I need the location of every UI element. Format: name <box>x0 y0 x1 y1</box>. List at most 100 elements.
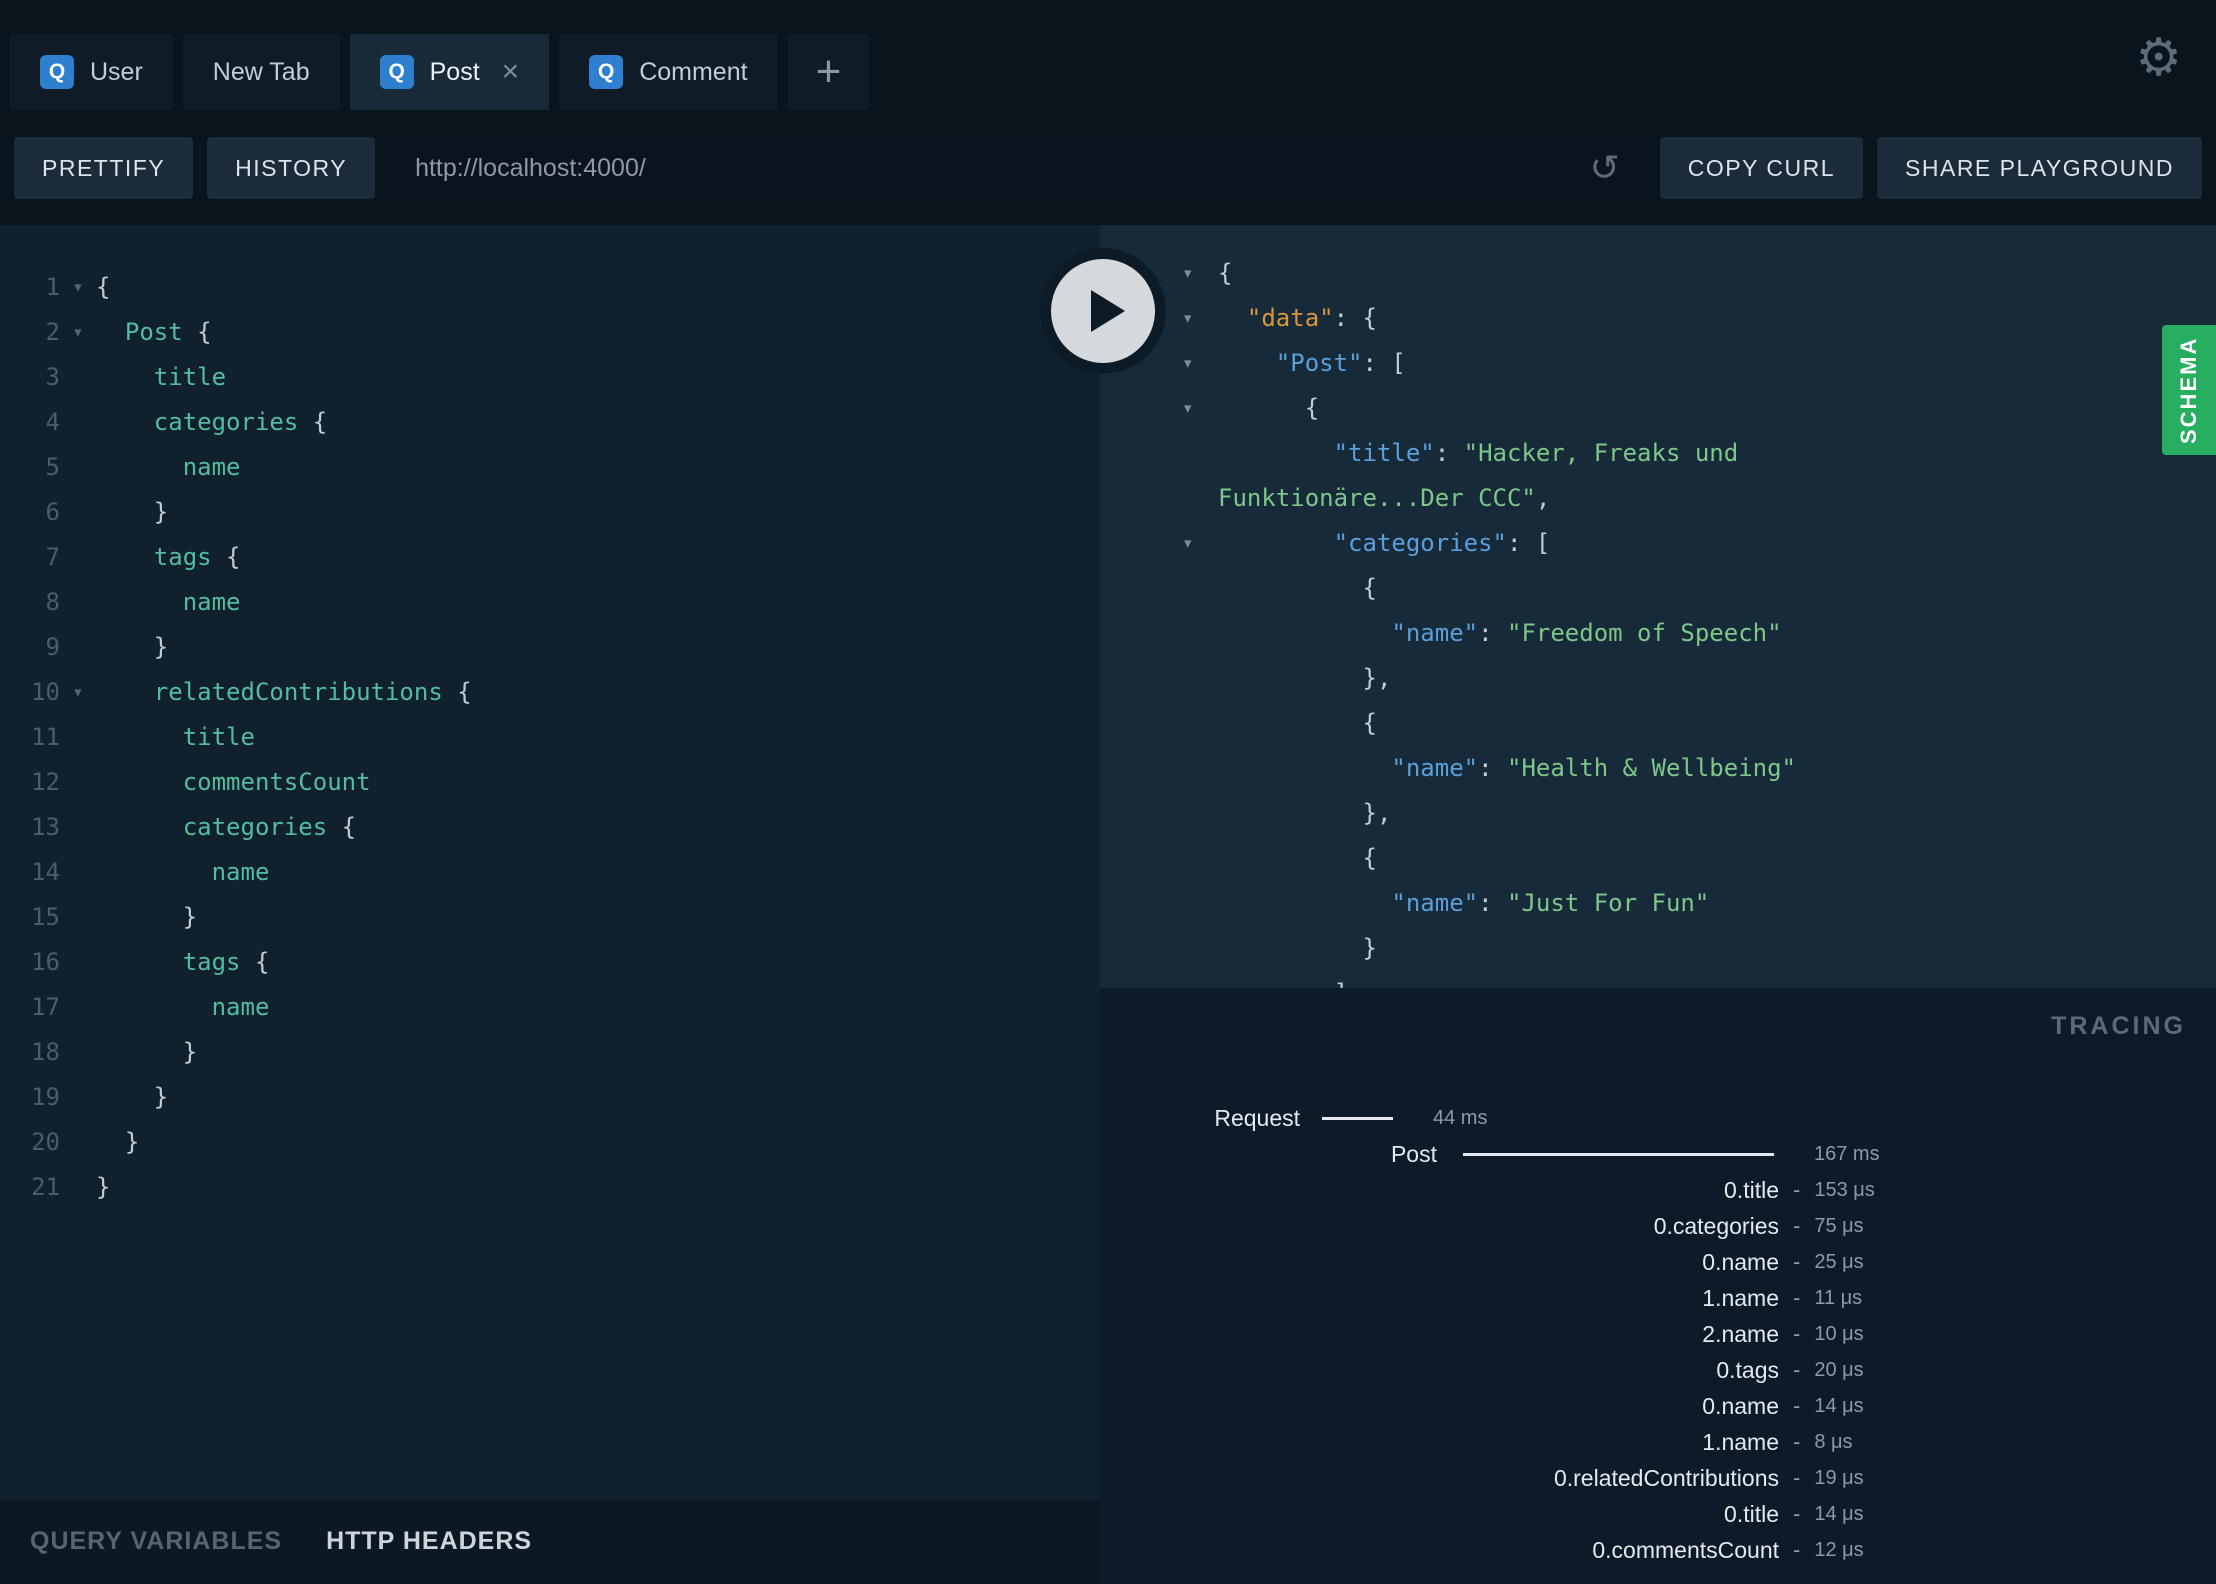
tracing-dash: - <box>1793 1393 1801 1418</box>
tracing-row: 0.name -14 μs <box>1100 1388 2216 1424</box>
fold-arrow-icon[interactable]: ▾ <box>60 670 96 715</box>
caret-spacer <box>1182 881 1218 926</box>
response-line: ▾{ <box>1100 251 2216 296</box>
tracing-label: 2.name <box>1702 1320 1779 1347</box>
reload-icon[interactable]: ↺ <box>1590 150 1620 186</box>
tracing-span-bar <box>1463 1152 1774 1156</box>
fold-arrow-icon[interactable]: ▾ <box>60 265 96 310</box>
collapse-caret-icon[interactable]: ▾ <box>1182 386 1218 431</box>
collapse-caret-icon[interactable]: ▾ <box>1182 296 1218 341</box>
http-headers-tab[interactable]: HTTP HEADERS <box>326 1527 532 1556</box>
fold-arrow-icon[interactable]: ▾ <box>60 310 96 355</box>
tab-post[interactable]: Q Post × <box>349 34 550 110</box>
collapse-caret-icon[interactable]: ▾ <box>1182 521 1218 566</box>
tracing-label: 0.name <box>1702 1392 1779 1419</box>
tracing-row: Request 44 ms <box>1100 1100 2216 1136</box>
tracing-row: 0.title -153 μs <box>1100 1172 2216 1208</box>
code-text: name <box>211 993 270 1021</box>
code-line: 19 } <box>0 1075 1100 1120</box>
tracing-time: 8 μs <box>1814 1430 1853 1453</box>
tracing-panel: TRACING Request 44 ms Post 167 ms 0.title -15… <box>1100 988 2216 1584</box>
endpoint-url-input[interactable] <box>389 137 1646 199</box>
query-editor[interactable]: 1 ▾{2 ▾ Post {3 title 4 categories {5 name 6… <box>0 265 1100 1210</box>
line-number: 17 <box>31 993 60 1021</box>
endpoint-url-wrap: ↺ <box>389 137 1646 199</box>
code-text: } <box>124 1128 140 1156</box>
line-number: 13 <box>31 813 60 841</box>
tracing-rows: Request 44 ms Post 167 ms 0.title -153 μs 0.ca… <box>1100 1100 2216 1568</box>
code-text: categories { <box>182 813 357 841</box>
caret-spacer <box>1182 476 1218 521</box>
tracing-time: 12 μs <box>1814 1538 1864 1561</box>
tracing-row: 0.relatedContributions -19 μs <box>1100 1460 2216 1496</box>
line-number: 4 <box>45 408 60 436</box>
tab-user[interactable]: Q User <box>10 34 173 110</box>
code-line: 4 categories { <box>0 400 1100 445</box>
tracing-span-bar <box>1322 1116 1393 1120</box>
history-button[interactable]: HISTORY <box>207 137 376 199</box>
code-text: Post { <box>124 318 212 346</box>
tracing-time: 153 μs <box>1814 1178 1875 1201</box>
tracing-time: 25 μs <box>1814 1250 1864 1273</box>
code-line: 14 name <box>0 850 1100 895</box>
play-icon <box>1091 290 1125 332</box>
caret-spacer <box>1182 971 1218 988</box>
schema-tab[interactable]: SCHEMA <box>2162 325 2216 455</box>
line-number: 21 <box>31 1173 60 1201</box>
tracing-row: 0.categories -75 μs <box>1100 1208 2216 1244</box>
execute-button[interactable] <box>1040 248 1166 374</box>
code-text: } <box>96 1173 111 1201</box>
code-text: categories { <box>153 408 328 436</box>
response-line: { <box>1100 566 2216 611</box>
prettify-button[interactable]: PRETTIFY <box>14 137 194 199</box>
response-line: { <box>1100 836 2216 881</box>
tracing-dash: - <box>1793 1321 1801 1346</box>
code-line: 17 name <box>0 985 1100 1030</box>
code-line: 21} <box>0 1165 1100 1210</box>
tracing-dash: - <box>1793 1465 1801 1490</box>
query-editor-pane[interactable]: 1 ▾{2 ▾ Post {3 title 4 categories {5 name 6… <box>0 225 1100 1584</box>
code-text: title <box>182 723 255 751</box>
tracing-time: 14 μs <box>1814 1502 1864 1525</box>
code-text: } <box>182 903 198 931</box>
share-playground-button[interactable]: SHARE PLAYGROUND <box>1877 137 2202 199</box>
line-number: 15 <box>31 903 60 931</box>
line-number: 20 <box>31 1128 60 1156</box>
tab-comment[interactable]: Q Comment <box>559 34 778 110</box>
tracing-row: 0.name -25 μs <box>1100 1244 2216 1280</box>
code-line: 20 } <box>0 1120 1100 1165</box>
close-tab-icon[interactable]: × <box>502 57 520 87</box>
new-tab-button[interactable]: + <box>787 34 870 110</box>
response-text: "data": { <box>1246 304 1377 332</box>
code-line: 2 ▾ Post { <box>0 310 1100 355</box>
response-line: { <box>1100 701 2216 746</box>
tracing-label: Request <box>1214 1104 1300 1131</box>
copy-curl-button[interactable]: COPY CURL <box>1659 137 1864 199</box>
line-number: 2 <box>45 318 60 346</box>
line-number: 10 <box>31 678 60 706</box>
execute-button-circle <box>1051 259 1155 363</box>
response-line: "title": "Hacker, Freaks und <box>1100 431 2216 476</box>
line-number: 19 <box>31 1083 60 1111</box>
response-viewer: ▾{▾ "data": {▾ "Post": [▾ { "title": "Ha… <box>1100 251 2216 988</box>
tracing-time: 11 μs <box>1814 1286 1863 1309</box>
collapse-caret-icon[interactable]: ▾ <box>1182 341 1218 386</box>
tracing-time: 19 μs <box>1814 1466 1864 1489</box>
tracing-time: 167 ms <box>1814 1142 1880 1165</box>
line-number: 7 <box>45 543 60 571</box>
response-line: }, <box>1100 791 2216 836</box>
collapse-caret-icon[interactable]: ▾ <box>1182 251 1218 296</box>
line-number: 14 <box>31 858 60 886</box>
query-variables-tab[interactable]: QUERY VARIABLES <box>30 1527 282 1556</box>
response-text: { <box>1304 394 1320 422</box>
tab-new-tab[interactable]: New Tab <box>182 34 340 110</box>
tracing-time: 44 ms <box>1433 1106 1488 1129</box>
settings-gear-icon[interactable]: ⚙ <box>2135 28 2182 88</box>
